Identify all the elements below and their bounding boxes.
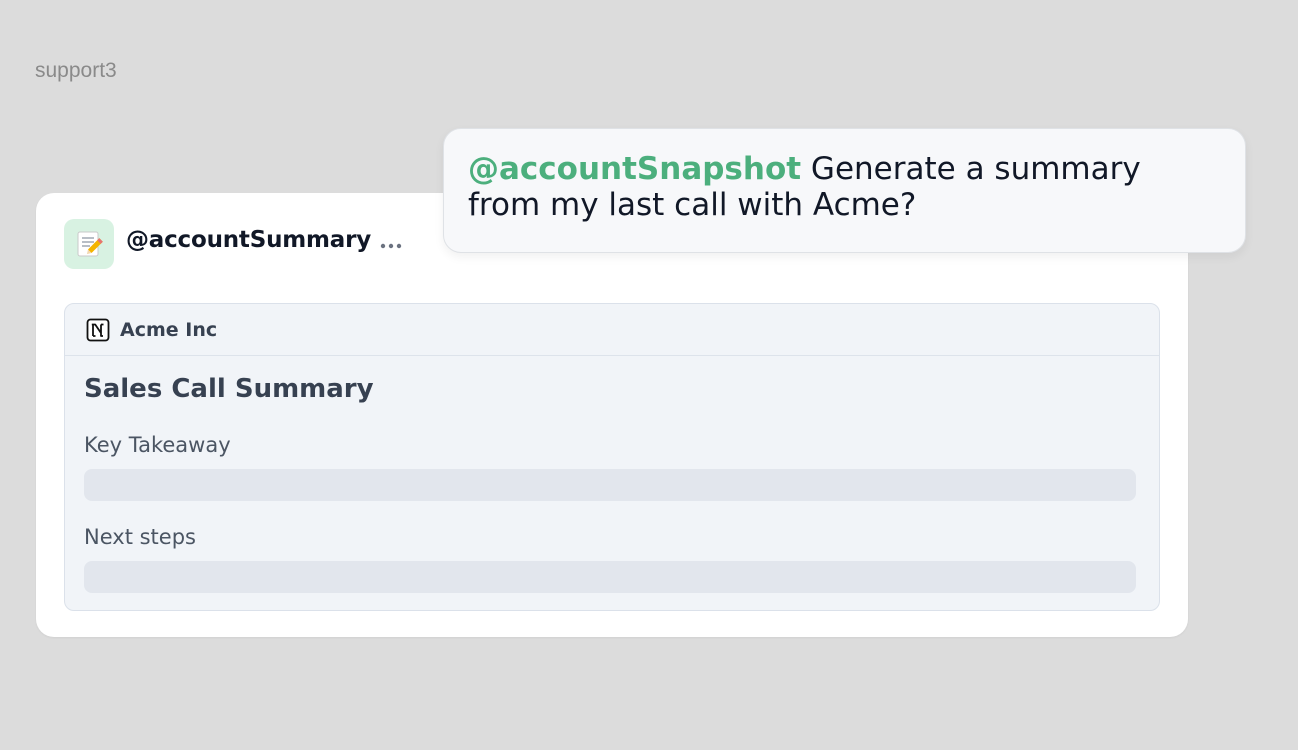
more-options-button[interactable] [376, 233, 406, 259]
agent-name: @accountSummary [126, 227, 372, 253]
document-title: Sales Call Summary [84, 374, 374, 404]
message-text: @accountSnapshot Generate a summary from… [468, 151, 1221, 223]
user-message-bubble: @accountSnapshot Generate a summary from… [443, 128, 1246, 253]
agent-mention[interactable]: @accountSnapshot [468, 151, 801, 187]
agent-card: @accountSummary Acme Inc Sales Call Summ… [36, 193, 1188, 637]
ellipsis-icon [380, 243, 402, 249]
document-source: Acme Inc [120, 318, 218, 341]
memo-pencil-icon [64, 219, 114, 269]
document-preview[interactable]: Acme Inc Sales Call Summary Key Takeaway… [64, 303, 1160, 611]
field-label-next-steps: Next steps [84, 525, 196, 549]
field-value-key-takeaway [84, 469, 1136, 501]
field-value-next-steps [84, 561, 1136, 593]
notion-icon [86, 318, 110, 341]
field-label-key-takeaway: Key Takeaway [84, 433, 231, 457]
frame-label: support3 [35, 59, 117, 82]
document-header: Acme Inc [65, 304, 1159, 356]
